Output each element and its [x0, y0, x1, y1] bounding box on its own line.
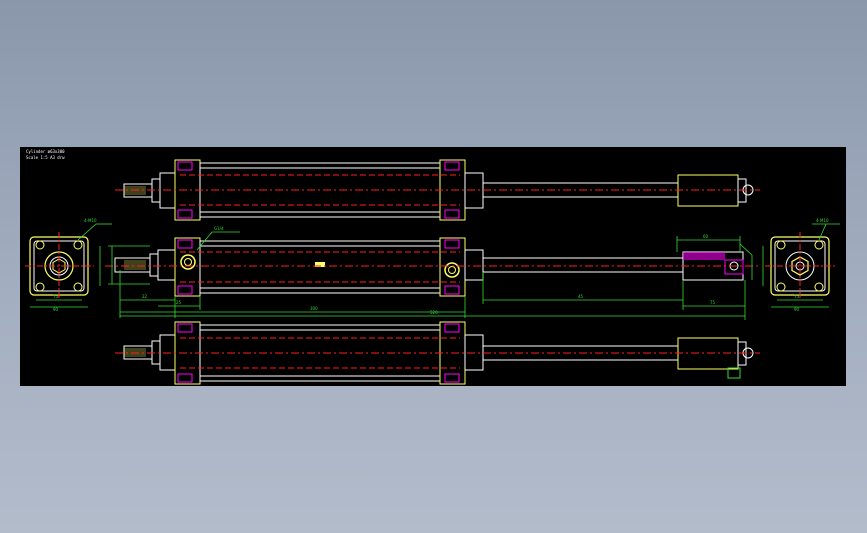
- rear-flange-bolt-label: 4-M10: [816, 218, 829, 223]
- front-flange-bolt-label: 4-M10: [84, 218, 97, 223]
- front-flange-width-a: 75: [53, 294, 59, 299]
- dim-small: 25: [176, 300, 182, 305]
- rear-flange-width-b: 90: [794, 307, 800, 312]
- dim-rod-length: 22: [142, 294, 148, 299]
- front-flange-width-b: 90: [53, 307, 59, 312]
- rear-flange-width-a: 75: [794, 294, 800, 299]
- dim-rod-end-length: 45: [578, 294, 584, 299]
- dim-end: 75: [710, 300, 716, 305]
- dim-rod-end-width: 60: [703, 234, 709, 239]
- title-line-2: Scale 1:5 A3 drw: [26, 155, 65, 160]
- dim-total-length: 520: [430, 310, 438, 315]
- dim-thread-callout: G1/4: [214, 226, 224, 231]
- dim-stroke: 300: [310, 306, 318, 311]
- cad-drawing[interactable]: Cylinder ø63x300 Scale 1:5 A3 drw 22 25 …: [0, 0, 867, 533]
- title-line-1: Cylinder ø63x300: [26, 149, 65, 154]
- cad-viewport[interactable]: Cylinder ø63x300 Scale 1:5 A3 drw 22 25 …: [0, 0, 867, 533]
